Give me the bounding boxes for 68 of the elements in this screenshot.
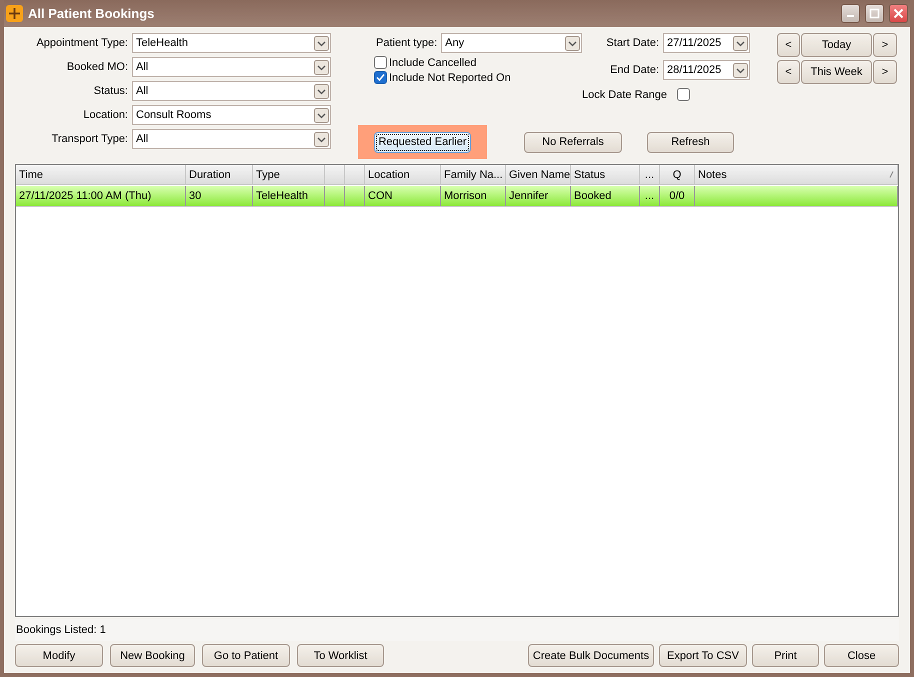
filter-button[interactable]: Requested Earlier [374,132,471,152]
dropdown-field[interactable]: Consult Rooms [132,105,331,125]
action-button[interactable]: Go to Patient [202,644,290,667]
period-button[interactable]: Today [801,33,872,57]
table-row[interactable]: 27/11/2025 11:00 AM (Thu) 30 TeleHealth CON Morrison Jennifer Booked ... 0/0 [16,186,898,207]
table-cell: 30 [189,190,202,202]
action-button[interactable]: Close [824,644,899,667]
field-label: Transport Type: [50,133,128,145]
action-button[interactable]: To Worklist [297,644,384,667]
close-button[interactable] [889,4,908,23]
next-button[interactable]: > [873,60,897,84]
dropdown-field[interactable]: Any [441,33,582,53]
dropdown-field[interactable]: All [132,129,331,149]
table-cell: 27/11/2025 11:00 AM (Thu) [19,190,152,202]
action-button[interactable]: New Booking [110,644,195,667]
column-header[interactable]: Status [571,165,640,184]
table-cell: TeleHealth [256,190,308,202]
column-header[interactable]: Location [365,165,441,184]
table-cell: Jennifer [509,190,548,202]
table-cell: 0/0 [669,190,685,202]
field-label: Appointment Type: [35,37,128,49]
checkbox[interactable] [374,56,387,69]
previous-button[interactable]: < [777,60,800,84]
action-button[interactable]: Create Bulk Documents [528,644,654,667]
field-label: Patient type: [376,37,438,49]
table-cell: Morrison [444,190,487,202]
period-button[interactable]: This Week [801,60,872,84]
bookings-count: Bookings Listed: 1 [16,624,106,636]
close-icon [893,8,904,19]
filter-button[interactable]: No Referrals [524,132,622,152]
field-label: Status: [92,85,128,97]
maximize-button[interactable] [865,4,884,23]
action-button[interactable]: Print [752,644,819,667]
next-button[interactable]: > [873,33,897,57]
column-header[interactable]: Given Name [506,165,571,184]
app-plus-icon [6,5,23,22]
column-header[interactable]: Time [16,165,186,184]
dropdown-field[interactable]: All [132,81,331,101]
field-label: End Date: [609,64,659,76]
checkbox[interactable] [677,88,690,101]
table-cell: CON [368,190,392,202]
column-header[interactable]: Q [660,165,695,184]
dropdown-field[interactable]: All [132,57,331,77]
table-cell: ... [644,190,654,202]
checkbox[interactable] [374,71,387,84]
field-label: Booked MO: [66,61,128,73]
column-header[interactable]: Family Na... [441,165,506,184]
window-title: All Patient Bookings [28,6,156,21]
previous-button[interactable]: < [777,33,800,57]
checkbox-label[interactable]: Lock Date Range [582,88,667,100]
column-header[interactable]: Type [253,165,325,184]
action-button[interactable]: Modify [15,644,103,667]
column-grip-icon [889,171,894,178]
checkbox-label[interactable]: Include Not Reported On [389,72,511,84]
checkbox-label[interactable]: Include Cancelled [389,56,476,68]
action-button[interactable]: Export To CSV [659,644,747,667]
column-header[interactable]: Notes [695,165,898,184]
filter-button[interactable]: Refresh [647,132,734,152]
column-header[interactable]: Duration [186,165,253,184]
dropdown-field[interactable]: TeleHealth [132,33,331,53]
column-header[interactable]: ... [640,165,660,184]
field-label: Location: [82,109,128,121]
field-label: Start Date: [605,37,659,49]
table-cell: Booked [574,190,612,202]
minimize-button[interactable] [841,4,860,23]
date-field[interactable]: 28/11/2025 [663,60,750,80]
date-field[interactable]: 27/11/2025 [663,33,750,53]
maximize-icon [869,8,880,19]
